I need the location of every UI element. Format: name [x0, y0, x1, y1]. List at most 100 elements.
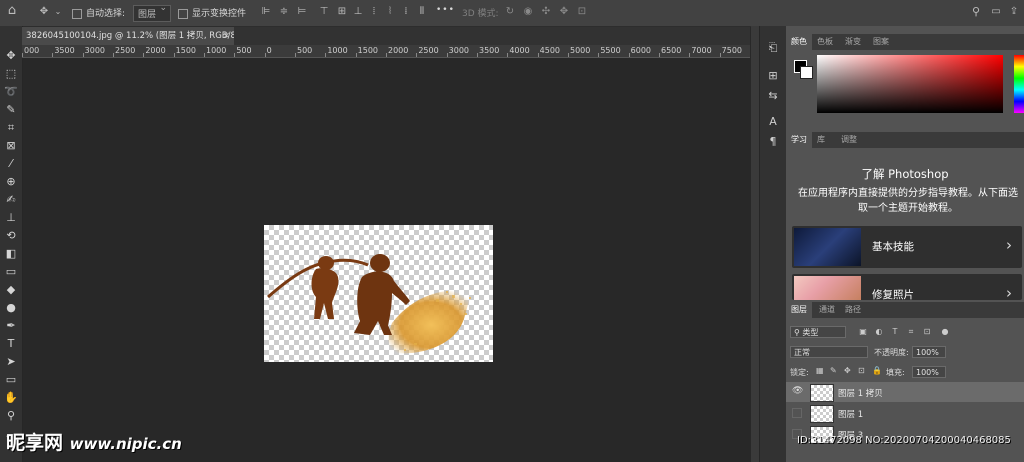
tools-panel: ✥ ⬚ ➰ ✎ ⌗ ⊠ ⁄ ⊕ ✍ ⊥ ⟲ ◧ ▭ ◆ ● ✒ T ➤ ▭ ✋ … — [0, 26, 23, 462]
filter-toggle-icon[interactable]: ● — [940, 327, 950, 337]
pen-icon[interactable]: ✒ — [3, 318, 19, 334]
eraser-icon[interactable]: ◧ — [3, 246, 19, 262]
lock-transparent-icon[interactable]: ▦ — [816, 366, 824, 375]
distribute-space-icon[interactable]: ⦀ — [416, 6, 428, 18]
filter-pixel-icon[interactable]: ▣ — [858, 327, 868, 337]
more-options-button[interactable]: ••• — [436, 5, 455, 15]
show-transform-checkbox[interactable]: 显示变换控件 — [178, 6, 246, 19]
tab-swatches[interactable]: 色板 — [812, 34, 838, 50]
brush-icon[interactable]: ✍ — [3, 192, 19, 208]
distribute-v-icon[interactable]: ⁞ — [400, 6, 412, 18]
filter-smart-icon[interactable]: ⊡ — [922, 327, 932, 337]
crop-icon[interactable]: ⌗ — [3, 120, 19, 136]
quick-select-icon[interactable]: ✎ — [3, 102, 19, 118]
distribute-icon[interactable]: ⦙ — [368, 6, 380, 18]
share-icon[interactable]: ⇪ — [1008, 6, 1020, 18]
tab-patterns[interactable]: 图案 — [868, 34, 894, 50]
close-tab-icon[interactable]: × — [223, 27, 230, 45]
ruler-label: 2500 — [115, 46, 136, 55]
align-top-icon[interactable]: ⊤ — [318, 6, 330, 18]
card-basic-skills[interactable]: 基本技能 › — [792, 226, 1022, 268]
search-icon[interactable]: ⚲ — [970, 6, 982, 18]
history-icon[interactable]: ⎗ — [765, 40, 781, 56]
lock-all-icon[interactable]: 🔒 — [872, 366, 882, 375]
brush-settings-icon[interactable]: ⊞ — [765, 68, 781, 84]
lock-position-icon[interactable]: ✥ — [844, 366, 851, 375]
panel-collapse-strip[interactable] — [751, 26, 759, 462]
filter-shape-icon[interactable]: ⌗ — [906, 327, 916, 337]
eyedropper-icon[interactable]: ⁄ — [3, 156, 19, 172]
marquee-icon[interactable]: ⬚ — [3, 66, 19, 82]
ruler-label: 4000 — [509, 46, 530, 55]
align-bottom-icon[interactable]: ⊥ — [352, 6, 364, 18]
home-icon[interactable]: ⌂ — [6, 4, 18, 17]
3d-slide-icon[interactable]: ✥ — [558, 6, 570, 18]
tab-learn[interactable]: 学习 — [786, 132, 812, 148]
adjust-icon[interactable]: ⇆ — [765, 88, 781, 104]
auto-select-checkbox[interactable]: 自动选择: — [72, 6, 125, 19]
history-brush-icon[interactable]: ⟲ — [3, 228, 19, 244]
eye-icon[interactable]: 👁 — [792, 386, 803, 396]
stamp-icon[interactable]: ⊥ — [3, 210, 19, 226]
card-photo-repair[interactable]: 修复照片 › — [792, 274, 1022, 300]
3d-pan-icon[interactable]: ✣ — [540, 6, 552, 18]
lock-artboard-icon[interactable]: ⊡ — [858, 366, 865, 375]
auto-select-dropdown[interactable]: 图层 — [133, 3, 172, 22]
hue-slider[interactable] — [1014, 55, 1024, 113]
ruler-tick — [264, 53, 266, 57]
3d-scale-icon[interactable]: ⊡ — [576, 6, 588, 18]
ruler-label: 500 — [236, 46, 252, 55]
move-tool-icon[interactable]: ✥ — [38, 6, 50, 18]
document-canvas[interactable] — [264, 225, 493, 362]
align-center-icon[interactable]: ≑ — [278, 6, 290, 18]
3d-orbit-icon[interactable]: ↻ — [504, 6, 516, 18]
layer-row[interactable]: 图层 1 — [786, 403, 1024, 423]
zoom-icon[interactable]: ⚲ — [3, 408, 19, 424]
color-picker-field[interactable] — [817, 55, 1003, 113]
dodge-icon[interactable]: ● — [3, 300, 19, 316]
ruler-tick — [325, 53, 327, 57]
horizontal-ruler: 000 3500 3000 2500 2000 1500 1000 500 0 500 1000 15… — [22, 45, 750, 58]
path-select-icon[interactable]: ➤ — [3, 354, 19, 370]
distribute-h-icon[interactable]: ⦚ — [384, 6, 396, 18]
align-middle-icon[interactable]: ⊞ — [336, 6, 348, 18]
layer-row[interactable]: 👁 图层 1 拷贝 — [786, 382, 1024, 402]
frame-icon[interactable]: ⊠ — [3, 138, 19, 154]
hand-icon[interactable]: ✋ — [3, 390, 19, 406]
align-left-icon[interactable]: ⊫ — [260, 6, 272, 18]
ruler-label: 5000 — [570, 46, 591, 55]
layer-filter-dropdown[interactable]: ⚲ 类型 — [790, 326, 846, 338]
paragraph-icon[interactable]: ¶ — [765, 134, 781, 150]
fill-input[interactable]: 100% — [912, 366, 946, 378]
chevron-down-icon[interactable]: ⌄ — [52, 6, 64, 18]
blur-icon[interactable]: ◆ — [3, 282, 19, 298]
tab-gradients[interactable]: 渐变 — [840, 34, 866, 50]
tab-channels[interactable]: 通道 — [814, 302, 840, 318]
healing-icon[interactable]: ⊕ — [3, 174, 19, 190]
lock-pixels-icon[interactable]: ✎ — [830, 366, 837, 375]
rectangle-icon[interactable]: ▭ — [3, 372, 19, 388]
background-color-swatch[interactable] — [800, 66, 813, 79]
opacity-value: 100% — [916, 348, 939, 357]
document-tab[interactable]: 3826045100104.jpg @ 11.2% (图层 1 拷贝, RGB/… — [22, 27, 234, 45]
lasso-icon[interactable]: ➰ — [3, 84, 19, 100]
blend-mode-dropdown[interactable]: 正常 — [790, 346, 868, 358]
filter-adjustment-icon[interactable]: ◐ — [874, 327, 884, 337]
options-bar: ⌂ ✥ ⌄ 自动选择: 图层 显示变换控件 ⊫ ≑ ⊨ ⊤ ⊞ ⊥ ⦙ ⦚ ⁞ … — [0, 0, 1024, 27]
gradient-icon[interactable]: ▭ — [3, 264, 19, 280]
move-icon[interactable]: ✥ — [3, 48, 19, 64]
visibility-toggle[interactable] — [792, 408, 802, 418]
filter-type-icon[interactable]: T — [890, 327, 900, 337]
tab-libraries[interactable]: 库 — [812, 132, 830, 148]
3d-roll-icon[interactable]: ◉ — [522, 6, 534, 18]
align-right-icon[interactable]: ⊨ — [296, 6, 308, 18]
tab-color[interactable]: 颜色 — [786, 34, 812, 50]
tab-adjustments[interactable]: 调整 — [836, 132, 862, 148]
type-icon[interactable]: T — [3, 336, 19, 352]
tab-paths[interactable]: 路径 — [840, 302, 866, 318]
opacity-input[interactable]: 100% — [912, 346, 946, 358]
character-icon[interactable]: A — [765, 114, 781, 130]
tab-layers[interactable]: 图层 — [786, 302, 812, 318]
workspace-icon[interactable]: ▭ — [990, 6, 1002, 18]
ruler-tick — [143, 53, 145, 57]
